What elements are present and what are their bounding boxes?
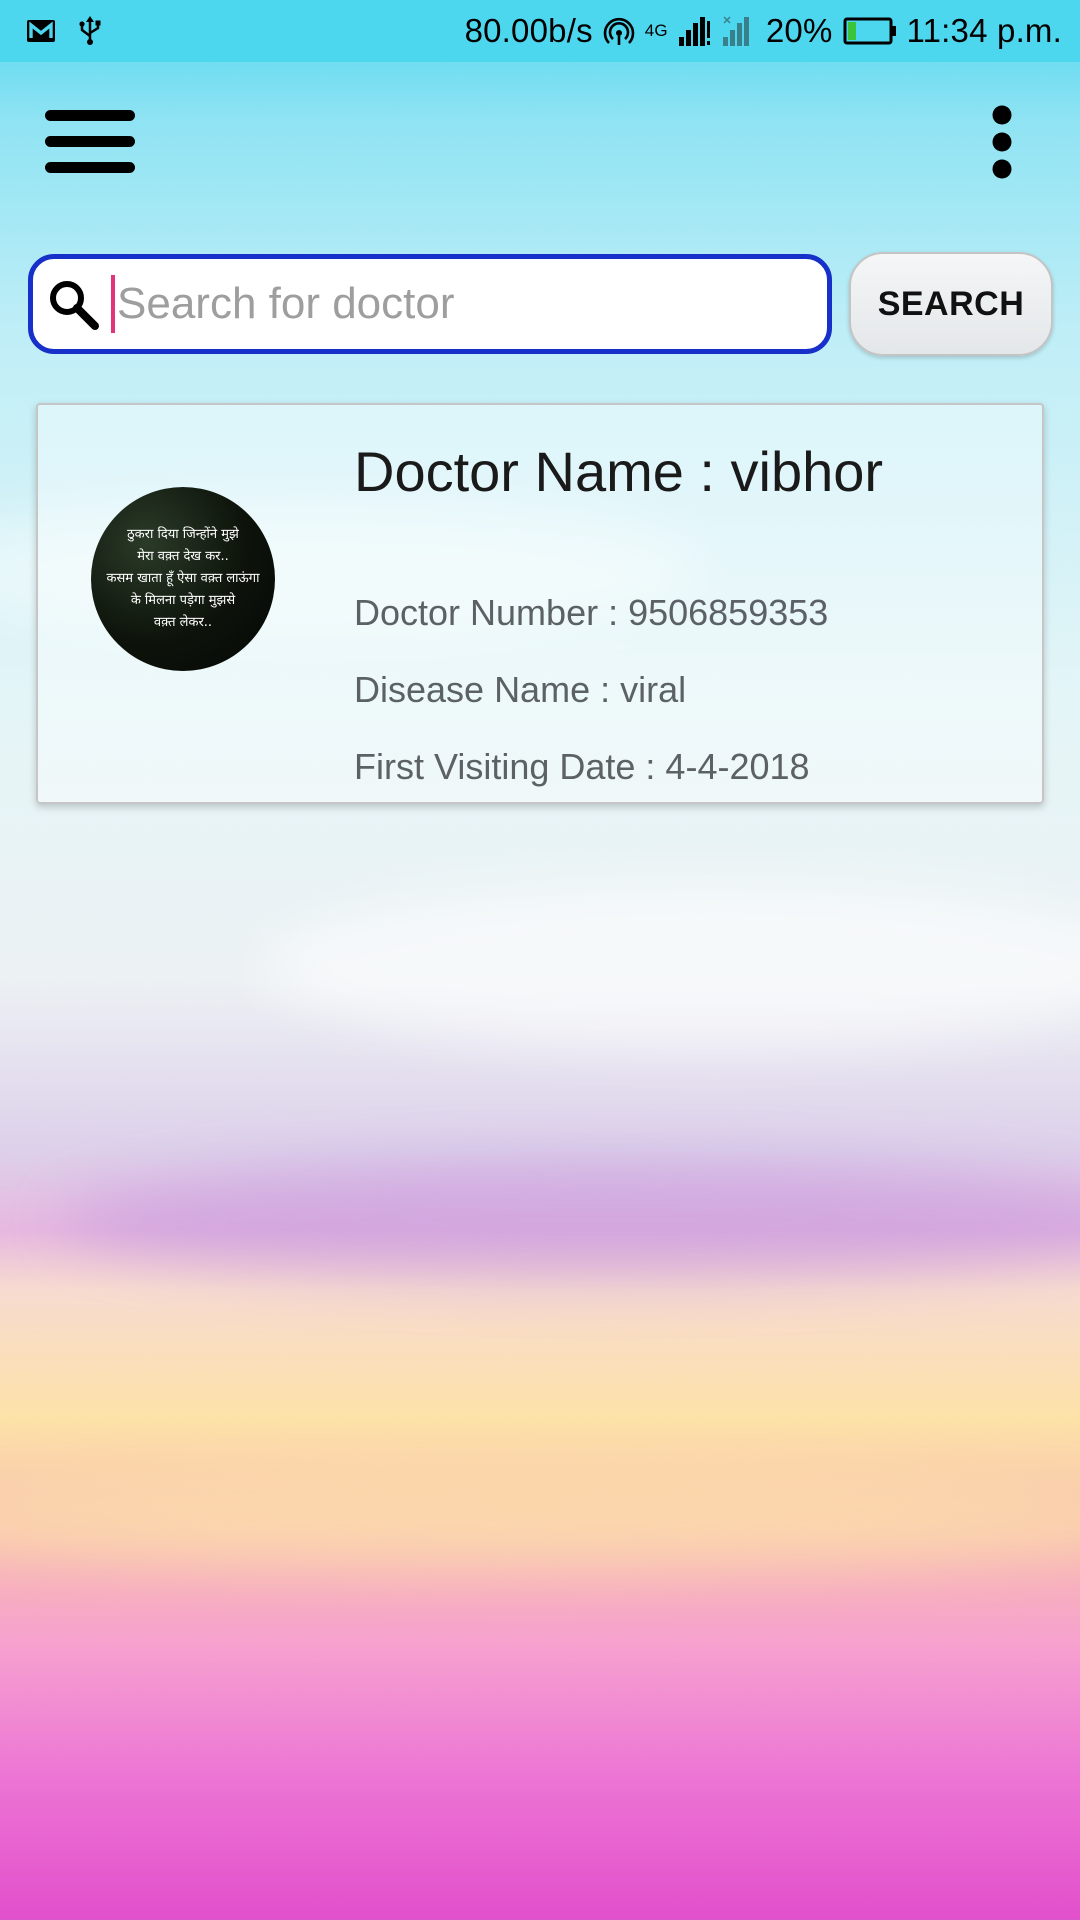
- doctor-avatar: ठुकरा दिया जिन्होंने मुझे मेरा वक़्त देख…: [91, 487, 275, 671]
- disease-name: Disease Name : viral: [354, 669, 687, 710]
- signal-icon: [722, 15, 756, 47]
- more-vert-icon[interactable]: [972, 102, 1032, 182]
- hotspot-icon: [603, 15, 635, 47]
- doctor-name: Doctor Name : vibhor: [354, 440, 884, 503]
- signal-icon: [678, 15, 712, 47]
- doctor-result-card[interactable]: ठुकरा दिया जिन्होंने मुझे मेरा वक़्त देख…: [36, 403, 1044, 804]
- hamburger-menu-icon[interactable]: [40, 104, 140, 180]
- search-field[interactable]: [28, 254, 832, 354]
- usb-icon: [78, 16, 102, 46]
- status-bar: 80.00b/s 4G 20% 11:34 p.m.: [0, 0, 1080, 62]
- network-type: 4G: [644, 21, 668, 40]
- battery-percent: 20%: [765, 12, 833, 49]
- app-toolbar: [0, 62, 1080, 222]
- search-icon: [43, 274, 103, 334]
- clock: 11:34 p.m.: [906, 12, 1062, 49]
- doctor-number: Doctor Number : 9506859353: [354, 592, 829, 633]
- network-speed: 80.00b/s: [464, 12, 593, 49]
- avatar-quote-text: ठुकरा दिया जिन्होंने मुझे मेरा वक़्त देख…: [106, 527, 260, 630]
- battery-icon: [843, 16, 897, 46]
- first-visiting-date: First Visiting Date : 4-4-2018: [354, 746, 810, 787]
- search-input[interactable]: [115, 269, 777, 339]
- search-button[interactable]: SEARCH: [849, 252, 1053, 356]
- gmail-icon: [26, 19, 56, 43]
